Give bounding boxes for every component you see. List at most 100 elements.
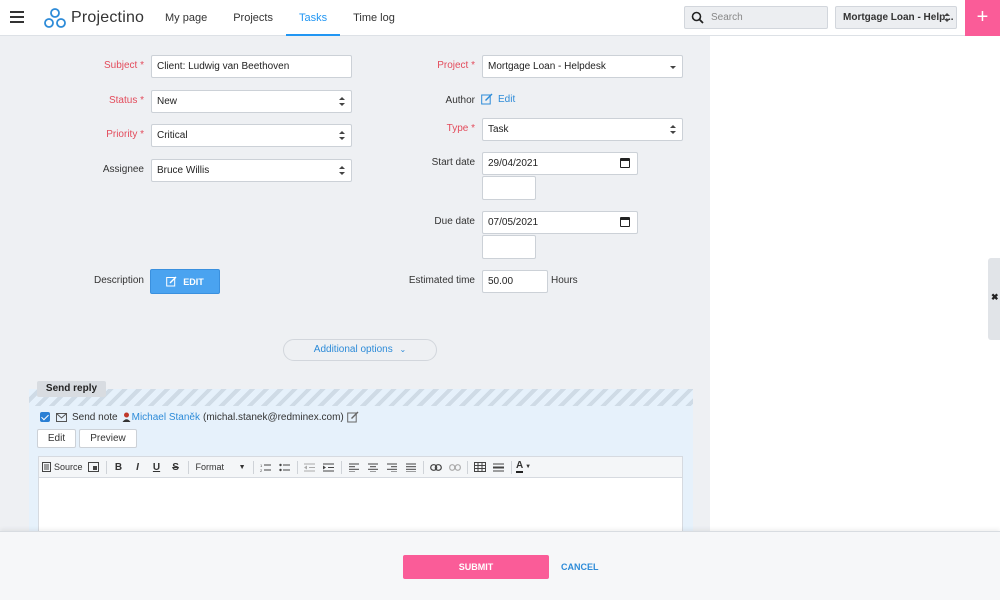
send-note-checkbox[interactable] xyxy=(40,412,50,422)
chevron-down-icon: ⌄ xyxy=(399,345,407,354)
maximize-button[interactable] xyxy=(86,459,102,475)
align-center-icon xyxy=(367,463,378,472)
cancel-button[interactable]: CANCEL xyxy=(561,562,599,572)
note-recipient-email: (michal.stanek@redminex.com) xyxy=(202,411,344,423)
align-right-button[interactable] xyxy=(384,459,400,475)
search-input[interactable] xyxy=(711,10,821,25)
align-center-button[interactable] xyxy=(365,459,381,475)
side-panel-toggle[interactable]: ✖ xyxy=(988,258,1000,340)
edit-icon[interactable] xyxy=(346,411,359,423)
estimated-time-input[interactable]: 50.00 xyxy=(482,270,548,293)
due-date-input[interactable]: 07/05/2021 xyxy=(482,211,638,234)
right-panel xyxy=(710,36,1000,600)
outdent-button[interactable] xyxy=(302,459,318,475)
calendar-icon[interactable] xyxy=(620,217,630,227)
description-edit-button[interactable]: EDIT xyxy=(150,269,220,294)
toolbar-separator xyxy=(340,460,342,474)
format-label: Format xyxy=(195,462,225,472)
source-label: Source xyxy=(54,462,83,472)
additional-options-button[interactable]: Additional options ⌄ xyxy=(283,339,437,361)
maximize-icon xyxy=(88,462,100,472)
select-arrows-icon xyxy=(670,125,676,135)
start-date-label: Start date xyxy=(431,157,475,168)
start-time-input[interactable] xyxy=(482,176,536,200)
due-time-input[interactable] xyxy=(482,235,536,259)
svg-text:2: 2 xyxy=(260,468,263,472)
nav-time-log[interactable]: Time log xyxy=(340,0,408,36)
project-value: Mortgage Loan - Helpdesk xyxy=(488,61,606,72)
caret-down-icon: ▼ xyxy=(525,464,532,470)
submit-button[interactable]: SUBMIT xyxy=(403,555,549,579)
source-button[interactable]: Source xyxy=(42,459,83,475)
description-label: Description xyxy=(93,275,144,286)
table-button[interactable] xyxy=(472,459,488,475)
align-left-icon xyxy=(348,463,359,472)
select-arrows-icon xyxy=(339,166,345,176)
author-label: Author xyxy=(445,95,475,106)
calendar-icon[interactable] xyxy=(620,158,630,168)
strikethrough-button[interactable]: S xyxy=(168,459,184,475)
underline-button[interactable]: U xyxy=(149,459,165,475)
tab-edit[interactable]: Edit xyxy=(37,429,76,448)
select-arrows-icon xyxy=(339,131,345,141)
status-label: Status * xyxy=(108,95,144,106)
app-name: Projectino xyxy=(71,9,145,26)
priority-select[interactable]: Critical xyxy=(151,124,352,147)
toolbar-separator xyxy=(422,460,424,474)
unlink-button[interactable] xyxy=(447,459,463,475)
align-right-icon xyxy=(386,463,397,472)
projectino-logo-icon xyxy=(44,8,66,28)
chevron-down-icon xyxy=(670,66,676,69)
type-label: Type * xyxy=(446,123,475,134)
justify-button[interactable] xyxy=(403,459,419,475)
type-select[interactable]: Task xyxy=(482,118,683,141)
indent-icon xyxy=(323,463,335,471)
table-icon xyxy=(473,462,486,472)
striped-divider xyxy=(29,389,693,406)
text-color-button[interactable]: A ▼ xyxy=(515,459,532,475)
search-icon[interactable] xyxy=(691,11,704,24)
author-edit-link[interactable]: Edit xyxy=(481,93,515,105)
top-navigation-bar: Projectino My page Projects Tasks Time l… xyxy=(0,0,1000,36)
project-select[interactable]: Mortgage Loan - Helpdesk xyxy=(482,55,683,78)
note-recipient-link[interactable]: Michael Staněk xyxy=(132,412,200,423)
start-date-value: 29/04/2021 xyxy=(488,158,539,169)
assignee-select[interactable]: Bruce Willis xyxy=(151,159,352,182)
nav-projects[interactable]: Projects xyxy=(220,0,286,36)
link-button[interactable] xyxy=(428,459,444,475)
italic-button[interactable]: I xyxy=(130,459,146,475)
tab-preview[interactable]: Preview xyxy=(79,429,137,448)
toolbar-separator xyxy=(252,460,254,474)
editor-toolbar: Source B I U S Format ▼ 12 A ▼ xyxy=(38,456,683,478)
due-date-value: 07/05/2021 xyxy=(488,217,539,228)
project-switcher[interactable]: Mortgage Loan - Help... xyxy=(835,6,957,29)
status-select[interactable]: New xyxy=(151,90,352,113)
menu-icon[interactable] xyxy=(10,11,24,23)
subject-input[interactable]: Client: Ludwig van Beethoven xyxy=(151,55,352,78)
logo[interactable]: Projectino xyxy=(44,7,144,29)
add-new-button[interactable]: + xyxy=(965,0,1000,36)
select-arrows-icon xyxy=(339,97,345,107)
horizontal-rule-icon xyxy=(493,463,505,471)
nav-tasks[interactable]: Tasks xyxy=(285,0,341,36)
start-date-input[interactable]: 29/04/2021 xyxy=(482,152,638,175)
format-dropdown[interactable]: Format ▼ xyxy=(193,459,249,475)
type-value: Task xyxy=(488,124,509,135)
due-date-label: Due date xyxy=(434,216,475,227)
justify-icon xyxy=(405,463,416,472)
author-edit-text: Edit xyxy=(498,93,516,105)
horizontal-rule-button[interactable] xyxy=(491,459,507,475)
toolbar-separator xyxy=(187,460,189,474)
numbered-list-button[interactable]: 12 xyxy=(258,459,274,475)
nav-my-page[interactable]: My page xyxy=(152,0,220,36)
project-label: Project * xyxy=(437,60,475,71)
align-left-button[interactable] xyxy=(346,459,362,475)
outdent-icon xyxy=(304,463,316,471)
subject-label: Subject * xyxy=(103,60,144,71)
search-box xyxy=(684,6,828,29)
toolbar-separator xyxy=(296,460,298,474)
bold-button[interactable]: B xyxy=(111,459,127,475)
bullet-list-button[interactable] xyxy=(277,459,293,475)
numbered-list-icon: 12 xyxy=(260,463,272,472)
indent-button[interactable] xyxy=(321,459,337,475)
